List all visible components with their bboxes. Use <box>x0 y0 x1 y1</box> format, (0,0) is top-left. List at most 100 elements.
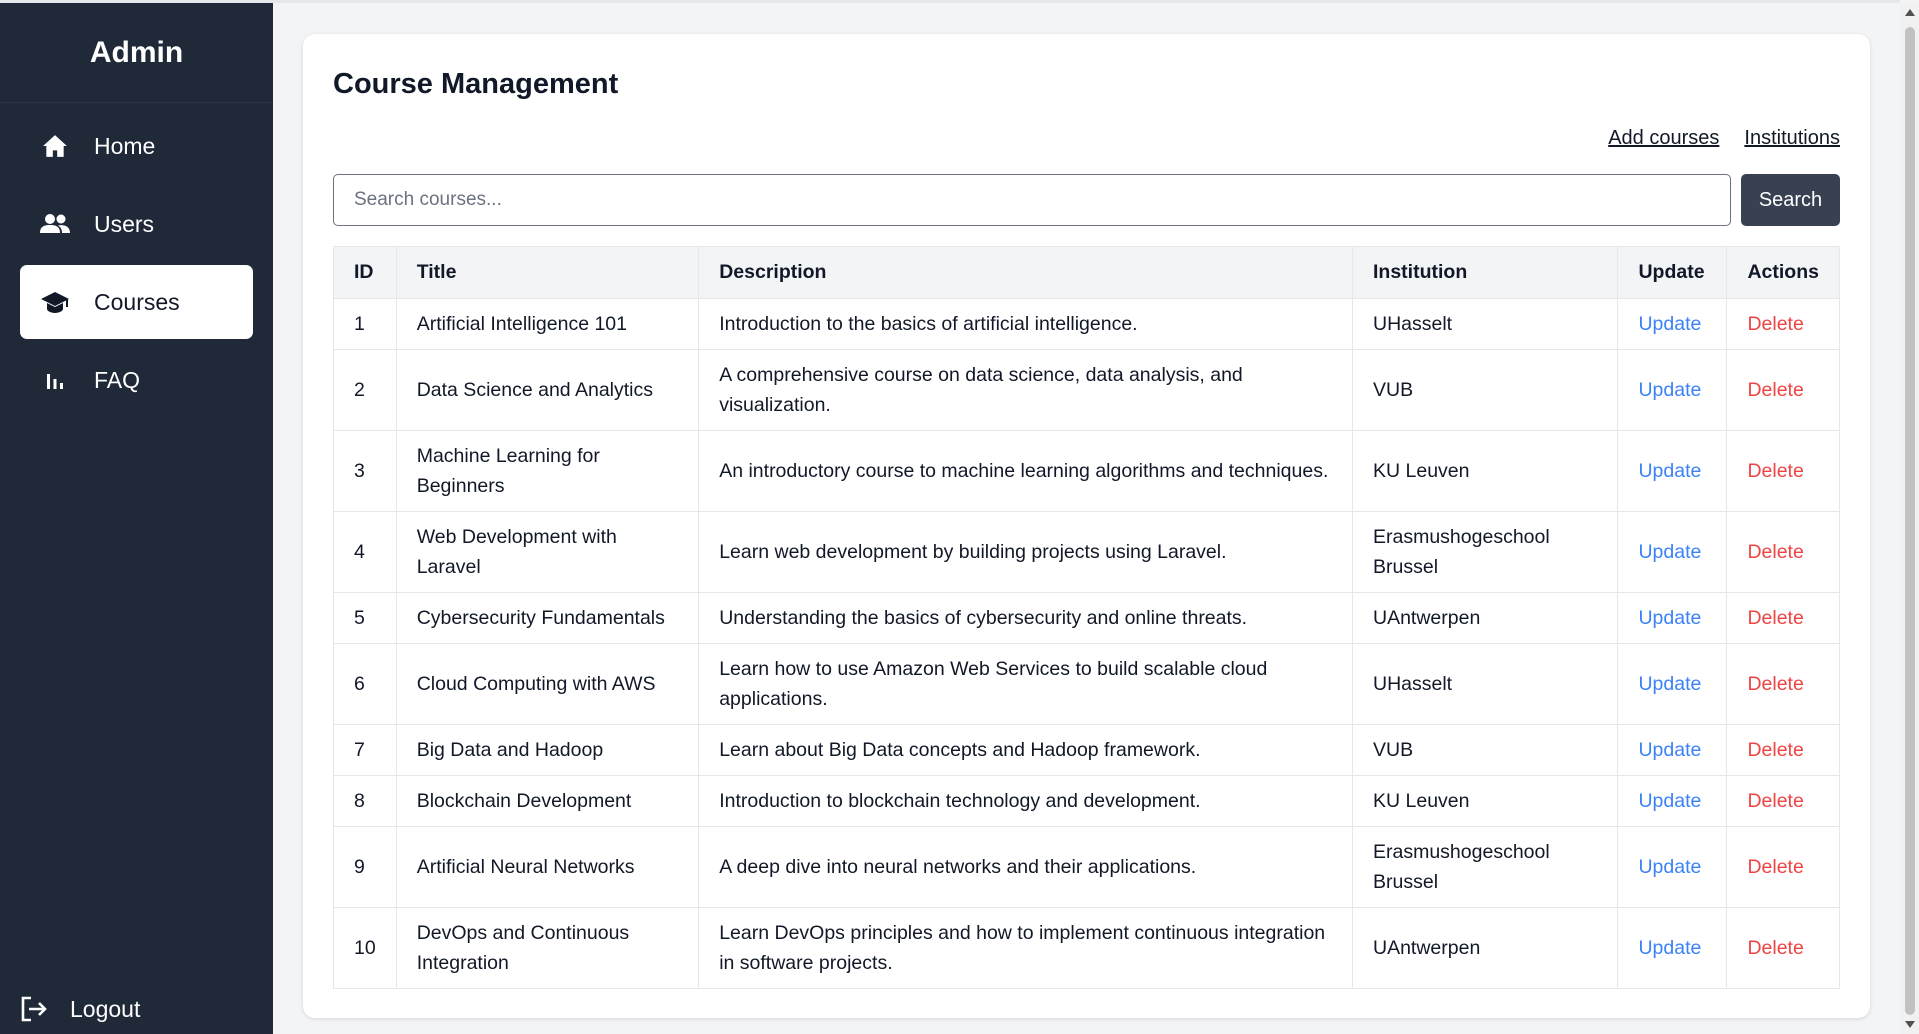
update-link[interactable]: Update <box>1638 460 1701 482</box>
delete-link[interactable]: Delete <box>1747 790 1803 812</box>
update-cell: Update <box>1617 298 1728 350</box>
delete-link[interactable]: Delete <box>1747 673 1803 695</box>
cell-description: Learn web development by building projec… <box>698 511 1353 593</box>
cell-id: 2 <box>333 349 397 431</box>
scroll-up-arrow-icon[interactable] <box>1905 9 1915 16</box>
table-row: 8 Blockchain Development Introduction to… <box>333 775 1840 827</box>
delete-link[interactable]: Delete <box>1747 313 1803 335</box>
cell-description: Introduction to blockchain technology an… <box>698 775 1353 827</box>
column-header-description: Description <box>698 246 1353 299</box>
cell-id: 10 <box>333 907 397 989</box>
cell-title: Blockchain Development <box>395 775 700 827</box>
sidebar-item-users[interactable]: Users <box>20 187 253 261</box>
cell-institution: Erasmushogeschool Brussel <box>1351 511 1619 593</box>
update-cell: Update <box>1617 907 1728 989</box>
actions-cell: Delete <box>1726 592 1840 644</box>
actions-cell: Delete <box>1726 775 1840 827</box>
cell-id: 7 <box>333 724 397 776</box>
update-cell: Update <box>1617 826 1728 908</box>
cell-description: A comprehensive course on data science, … <box>698 349 1353 431</box>
cell-institution: Erasmushogeschool Brussel <box>1351 826 1619 908</box>
course-management-card: Course Management Add courses Institutio… <box>303 34 1870 1018</box>
sidebar-brand: Admin <box>0 3 273 103</box>
institutions-link[interactable]: Institutions <box>1744 127 1840 150</box>
cell-institution: UAntwerpen <box>1351 592 1619 644</box>
update-cell: Update <box>1617 511 1728 593</box>
cell-title: Data Science and Analytics <box>395 349 700 431</box>
update-link[interactable]: Update <box>1638 673 1701 695</box>
actions-cell: Delete <box>1726 349 1840 431</box>
header-links: Add courses Institutions <box>1608 127 1840 150</box>
update-link[interactable]: Update <box>1638 607 1701 629</box>
actions-cell: Delete <box>1726 724 1840 776</box>
delete-link[interactable]: Delete <box>1747 739 1803 761</box>
search-input[interactable] <box>333 174 1731 226</box>
update-link[interactable]: Update <box>1638 541 1701 563</box>
cell-id: 6 <box>333 643 397 725</box>
sidebar-item-label: Home <box>94 132 156 159</box>
cell-description: Learn DevOps principles and how to imple… <box>698 907 1353 989</box>
table-row: 4 Web Development with Laravel Learn web… <box>333 511 1840 593</box>
scrollbar-thumb[interactable] <box>1905 27 1915 1015</box>
courses-table: ID Title Description Institution Update … <box>333 246 1840 989</box>
actions-cell: Delete <box>1726 826 1840 908</box>
column-header-actions: Actions <box>1726 246 1840 299</box>
table-row: 2 Data Science and Analytics A comprehen… <box>333 349 1840 431</box>
cell-title: Web Development with Laravel <box>395 511 700 593</box>
delete-link[interactable]: Delete <box>1747 379 1803 401</box>
cell-id: 4 <box>333 511 397 593</box>
cell-title: Artificial Intelligence 101 <box>395 298 700 350</box>
sidebar-item-label: Users <box>94 210 155 237</box>
delete-link[interactable]: Delete <box>1747 937 1803 959</box>
search-bar: Search <box>333 174 1840 226</box>
update-link[interactable]: Update <box>1638 937 1701 959</box>
delete-link[interactable]: Delete <box>1747 460 1803 482</box>
column-header-update: Update <box>1617 246 1728 299</box>
cell-description: An introductory course to machine learni… <box>698 430 1353 512</box>
update-cell: Update <box>1617 430 1728 512</box>
update-link[interactable]: Update <box>1638 790 1701 812</box>
cell-description: A deep dive into neural networks and the… <box>698 826 1353 908</box>
cell-institution: UHasselt <box>1351 643 1619 725</box>
cell-institution: KU Leuven <box>1351 775 1619 827</box>
sidebar-item-faq[interactable]: FAQ <box>20 343 253 417</box>
update-link[interactable]: Update <box>1638 379 1701 401</box>
vertical-scrollbar[interactable] <box>1900 3 1919 1034</box>
sidebar-item-label: FAQ <box>94 366 141 393</box>
actions-cell: Delete <box>1726 643 1840 725</box>
column-header-institution: Institution <box>1351 246 1619 299</box>
update-link[interactable]: Update <box>1638 739 1701 761</box>
cell-id: 1 <box>333 298 397 350</box>
cell-description: Understanding the basics of cybersecurit… <box>698 592 1353 644</box>
cell-institution: UHasselt <box>1351 298 1619 350</box>
update-link[interactable]: Update <box>1638 313 1701 335</box>
search-button[interactable]: Search <box>1741 174 1840 226</box>
scroll-down-arrow-icon[interactable] <box>1905 1021 1915 1028</box>
page-title: Course Management <box>333 68 619 100</box>
delete-link[interactable]: Delete <box>1747 607 1803 629</box>
update-cell: Update <box>1617 724 1728 776</box>
delete-link[interactable]: Delete <box>1747 856 1803 878</box>
add-courses-link[interactable]: Add courses <box>1608 127 1719 150</box>
actions-cell: Delete <box>1726 430 1840 512</box>
cell-id: 8 <box>333 775 397 827</box>
table-row: 9 Artificial Neural Networks A deep dive… <box>333 826 1840 908</box>
cell-description: Learn how to use Amazon Web Services to … <box>698 643 1353 725</box>
table-row: 3 Machine Learning for Beginners An intr… <box>333 430 1840 512</box>
delete-link[interactable]: Delete <box>1747 541 1803 563</box>
logout-button[interactable]: Logout <box>20 994 140 1024</box>
table-row: 1 Artificial Intelligence 101 Introducti… <box>333 298 1840 350</box>
cell-id: 9 <box>333 826 397 908</box>
cell-id: 5 <box>333 592 397 644</box>
cell-institution: UAntwerpen <box>1351 907 1619 989</box>
sidebar-item-home[interactable]: Home <box>20 109 253 183</box>
sidebar-item-courses[interactable]: Courses <box>20 265 253 339</box>
update-link[interactable]: Update <box>1638 856 1701 878</box>
cell-title: Cloud Computing with AWS <box>395 643 700 725</box>
cell-id: 3 <box>333 430 397 512</box>
table-row: 10 DevOps and Continuous Integration Lea… <box>333 907 1840 989</box>
column-header-title: Title <box>395 246 700 299</box>
users-icon <box>40 209 70 239</box>
column-header-id: ID <box>333 246 397 299</box>
cell-title: DevOps and Continuous Integration <box>395 907 700 989</box>
